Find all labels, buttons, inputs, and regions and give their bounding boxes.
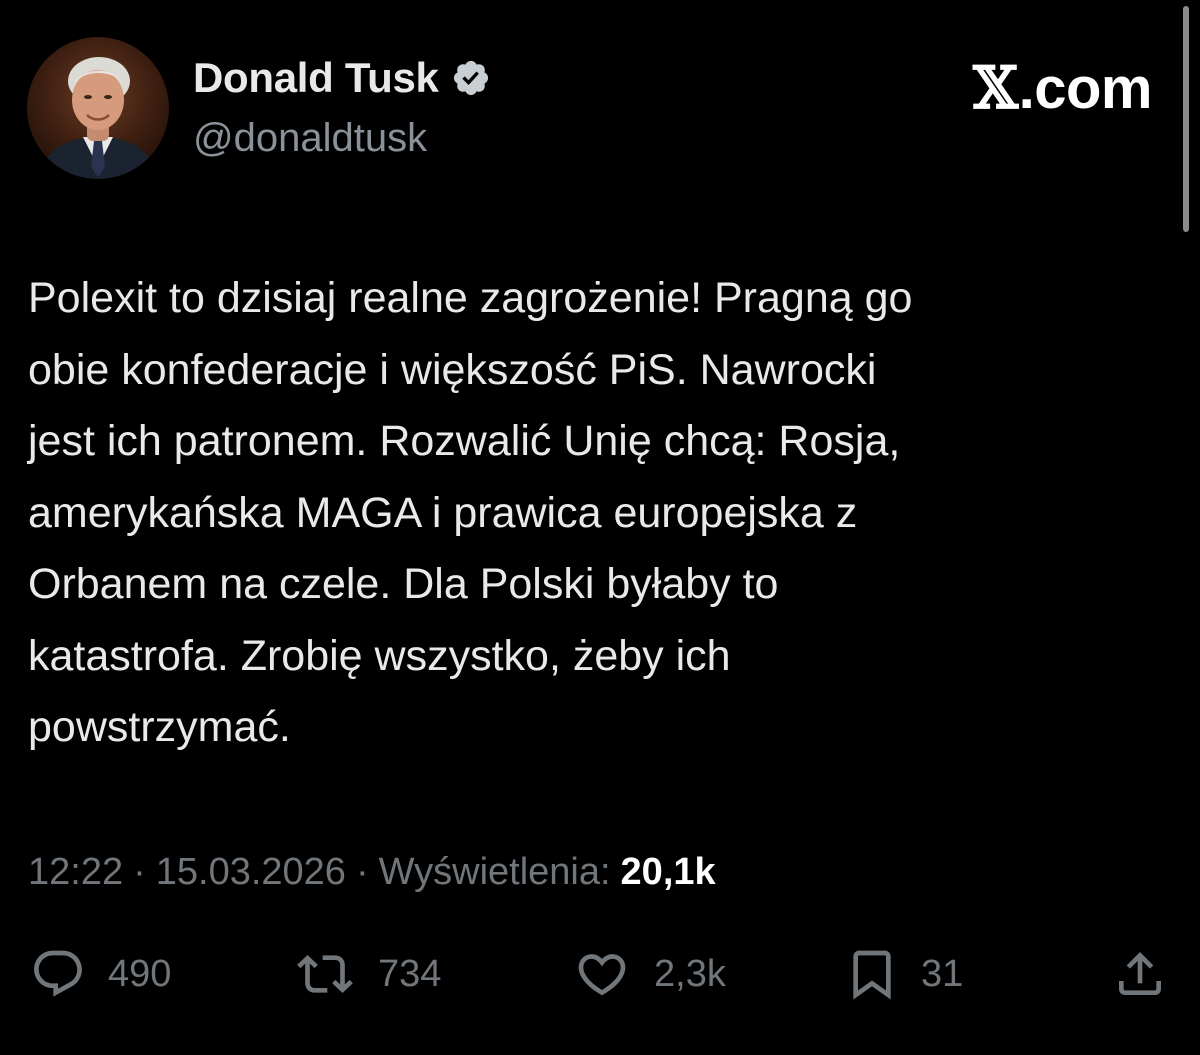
author-handle[interactable]: @donaldtusk bbox=[193, 116, 427, 161]
bookmark-count: 31 bbox=[921, 952, 964, 995]
repost-count: 734 bbox=[378, 952, 442, 995]
meta-separator: · bbox=[355, 850, 369, 893]
views-count: 20,1k bbox=[620, 850, 716, 893]
like-count: 2,3k bbox=[654, 952, 726, 995]
tweet-time[interactable]: 12:22 bbox=[28, 851, 123, 894]
avatar[interactable] bbox=[27, 37, 169, 179]
brand-domain: .com bbox=[1018, 55, 1153, 121]
bookmark-icon bbox=[853, 950, 891, 1000]
brand-logo: 𝕏 .com bbox=[973, 54, 1152, 122]
tweet-text: Polexit to dzisiaj realne zagrożenie! Pr… bbox=[28, 274, 913, 751]
reply-count: 490 bbox=[108, 952, 172, 995]
action-bar: 490 734 2,3k 31 bbox=[0, 945, 1200, 1003]
repost-button[interactable]: 734 bbox=[292, 945, 441, 1003]
author-name-row: Donald Tusk bbox=[193, 52, 491, 104]
like-button[interactable]: 2,3k bbox=[570, 945, 726, 1003]
share-button[interactable] bbox=[1110, 945, 1170, 1003]
tweet-date[interactable]: 15.03.2026 bbox=[156, 851, 346, 894]
bookmark-button[interactable]: 31 bbox=[843, 945, 963, 1003]
author-display-name[interactable]: Donald Tusk bbox=[193, 54, 439, 102]
reply-icon bbox=[34, 950, 82, 997]
scrollbar[interactable] bbox=[1183, 6, 1189, 232]
repost-icon bbox=[297, 955, 353, 993]
views-label: Wyświetlenia: bbox=[378, 850, 611, 893]
profile-photo bbox=[27, 37, 169, 179]
verified-badge-icon[interactable] bbox=[451, 58, 491, 98]
heart-icon bbox=[578, 954, 626, 996]
meta-separator: · bbox=[133, 850, 146, 893]
tweet-meta: 12:22 · 15.03.2026 · Wyświetlenia: 20,1k bbox=[28, 848, 716, 896]
reply-button[interactable]: 490 bbox=[28, 945, 171, 1003]
x-logo-icon: 𝕏 bbox=[973, 54, 1018, 122]
share-icon bbox=[1119, 952, 1161, 995]
